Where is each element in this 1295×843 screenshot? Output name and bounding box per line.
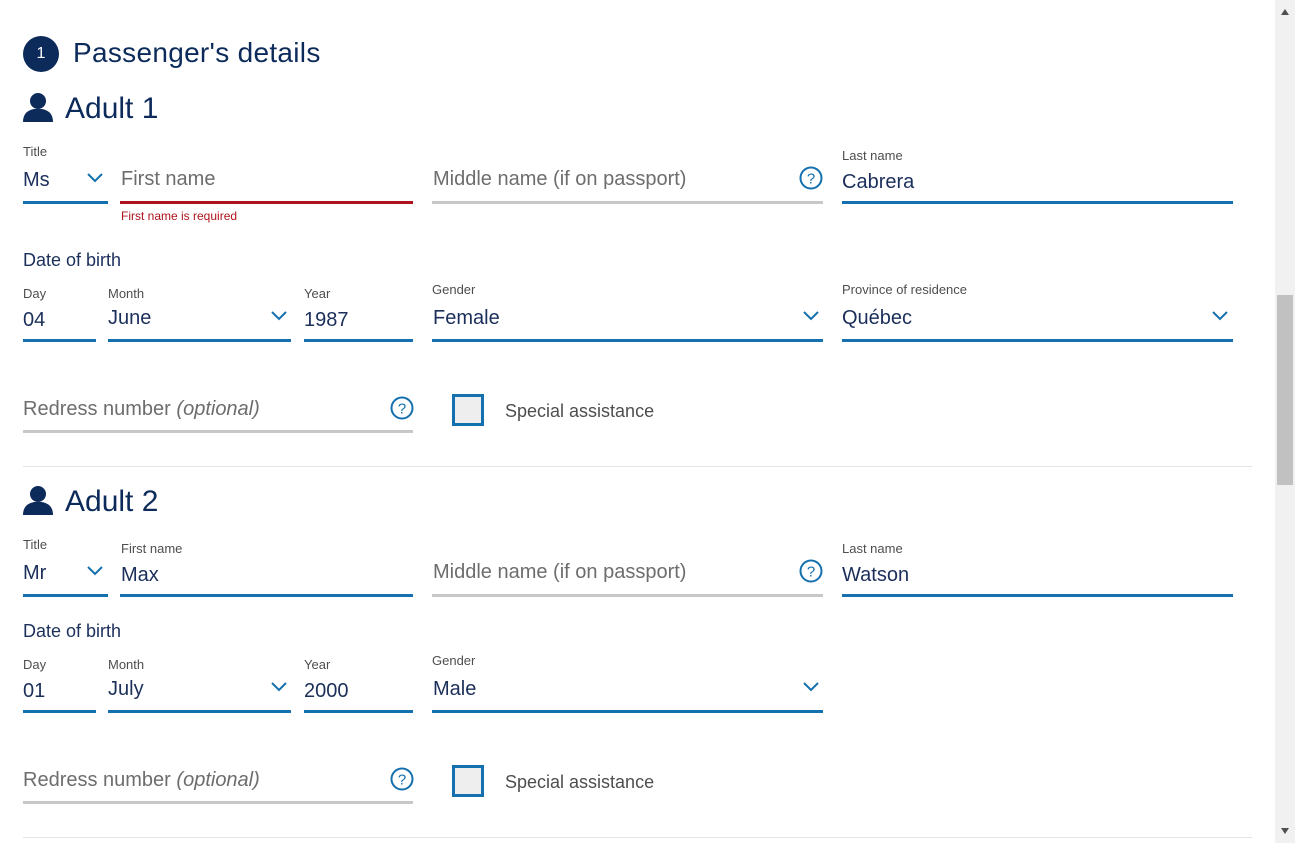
first-name-label: First name <box>121 541 183 556</box>
scroll-up-arrow-icon[interactable] <box>1281 9 1289 15</box>
last-name-label: Last name <box>842 541 903 556</box>
title-value: Ms <box>23 169 50 191</box>
year-label: Year <box>304 286 331 301</box>
adult-heading: Adult 2 <box>65 485 159 518</box>
first-name-placeholder[interactable]: First name <box>121 168 215 191</box>
day-label: Day <box>23 286 47 301</box>
chevron-down-icon[interactable] <box>271 682 287 692</box>
adult-heading: Adult 1 <box>65 92 159 125</box>
month-value: June <box>108 307 152 329</box>
day-label: Day <box>23 657 47 672</box>
chevron-down-icon[interactable] <box>803 682 819 692</box>
section-divider <box>23 837 1252 838</box>
last-name-value[interactable]: Watson <box>842 564 909 587</box>
province-underline <box>842 339 1233 342</box>
title-underline <box>23 201 108 204</box>
step-number-badge: 1 <box>23 36 59 72</box>
month-label: Month <box>108 286 145 301</box>
last-name-label: Last name <box>842 148 903 163</box>
special-assistance-label[interactable]: Special assistance <box>505 772 654 793</box>
svg-text:?: ? <box>398 772 406 789</box>
special-assistance-checkbox[interactable] <box>452 765 484 797</box>
middle-name-placeholder[interactable]: Middle name (if on passport) <box>433 168 686 191</box>
year-label: Year <box>304 657 331 672</box>
year-value[interactable]: 2000 <box>304 680 349 703</box>
province-value: Québec <box>842 307 913 329</box>
middle-name-underline <box>432 201 823 204</box>
redress-placeholder[interactable]: Redress number (optional) <box>23 769 260 792</box>
chevron-down-icon[interactable] <box>1212 311 1228 321</box>
gender-underline <box>432 710 823 713</box>
gender-underline <box>432 339 823 342</box>
chevron-down-icon[interactable] <box>803 311 819 321</box>
redress-placeholder-text: Redress number <box>23 769 171 791</box>
year-value[interactable]: 1987 <box>304 309 349 332</box>
day-value[interactable]: 04 <box>23 309 45 332</box>
title-value: Mr <box>23 562 47 584</box>
section-divider <box>23 466 1252 467</box>
month-label: Month <box>108 657 145 672</box>
title-label: Title <box>23 144 48 159</box>
day-underline <box>23 339 96 342</box>
help-icon[interactable]: ? <box>390 767 414 791</box>
svg-text:?: ? <box>807 171 815 188</box>
first-name-underline <box>120 594 413 597</box>
redress-placeholder-text: Redress number <box>23 398 171 420</box>
page-title: Passenger's details <box>73 37 321 68</box>
gender-label: Gender <box>432 653 476 668</box>
dob-label: Date of birth <box>23 250 122 270</box>
gender-value: Female <box>433 307 500 329</box>
month-underline <box>108 339 291 342</box>
dob-label: Date of birth <box>23 621 122 641</box>
redress-underline <box>23 801 413 804</box>
title-underline <box>23 594 108 597</box>
person-icon <box>23 93 53 122</box>
title-label: Title <box>23 537 48 552</box>
day-underline <box>23 710 96 713</box>
year-underline <box>304 710 413 713</box>
svg-text:?: ? <box>807 564 815 581</box>
month-underline <box>108 710 291 713</box>
svg-text:?: ? <box>398 401 406 418</box>
last-name-value[interactable]: Cabrera <box>842 171 914 194</box>
help-icon[interactable]: ? <box>799 166 823 190</box>
middle-name-underline <box>432 594 823 597</box>
province-label: Province of residence <box>842 282 968 297</box>
special-assistance-checkbox[interactable] <box>452 394 484 426</box>
gender-value: Male <box>433 678 477 700</box>
scrollbar-thumb[interactable] <box>1277 295 1293 485</box>
middle-name-placeholder[interactable]: Middle name (if on passport) <box>433 561 686 584</box>
redress-underline <box>23 430 413 433</box>
last-name-underline <box>842 594 1233 597</box>
first-name-underline <box>120 201 413 204</box>
help-icon[interactable]: ? <box>799 559 823 583</box>
person-icon <box>23 486 53 515</box>
day-value[interactable]: 01 <box>23 680 45 703</box>
chevron-down-icon[interactable] <box>87 173 103 183</box>
gender-label: Gender <box>432 282 476 297</box>
redress-optional-text: (optional) <box>176 769 260 791</box>
help-icon[interactable]: ? <box>390 396 414 420</box>
special-assistance-label[interactable]: Special assistance <box>505 401 654 422</box>
last-name-underline <box>842 201 1233 204</box>
redress-optional-text: (optional) <box>176 398 260 420</box>
first-name-error: First name is required <box>121 209 238 223</box>
first-name-value[interactable]: Max <box>121 564 159 587</box>
month-value: July <box>108 678 144 700</box>
year-underline <box>304 339 413 342</box>
chevron-down-icon[interactable] <box>271 311 287 321</box>
chevron-down-icon[interactable] <box>87 566 103 576</box>
redress-placeholder[interactable]: Redress number (optional) <box>23 398 260 421</box>
scroll-down-arrow-icon[interactable] <box>1281 828 1289 834</box>
